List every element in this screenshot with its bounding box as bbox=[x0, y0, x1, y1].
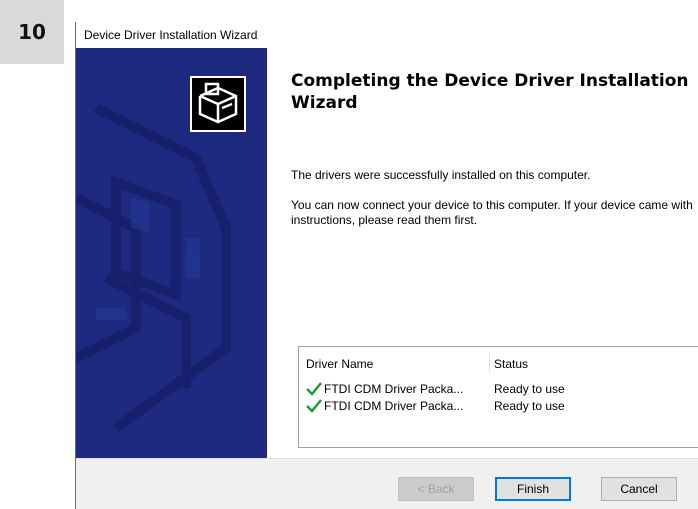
column-divider[interactable] bbox=[489, 351, 490, 373]
green-check-icon bbox=[306, 399, 322, 413]
driver-name-cell: FTDI CDM Driver Packa... bbox=[324, 399, 464, 413]
wizard-content: Completing the Device Driver Installatio… bbox=[291, 48, 698, 458]
driver-name-cell: FTDI CDM Driver Packa... bbox=[324, 382, 464, 396]
hardware-drive-icon bbox=[190, 76, 246, 132]
driver-list-table[interactable]: Driver Name Status FTDI CDM Driver Packa… bbox=[298, 346, 698, 448]
finish-button[interactable]: Finish bbox=[495, 477, 571, 501]
column-header-driver-name[interactable]: Driver Name bbox=[306, 357, 373, 371]
column-header-status[interactable]: Status bbox=[494, 357, 528, 371]
instructions-message: You can now connect your device to this … bbox=[291, 198, 693, 227]
success-message: The drivers were successfully installed … bbox=[291, 168, 591, 182]
button-bar: < Back Finish Cancel bbox=[76, 458, 698, 509]
table-row[interactable]: FTDI CDM Driver Packa... Ready to use bbox=[304, 398, 694, 416]
cancel-button[interactable]: Cancel bbox=[601, 477, 677, 501]
driver-status-cell: Ready to use bbox=[494, 382, 565, 396]
driver-status-cell: Ready to use bbox=[494, 399, 565, 413]
title-bar[interactable]: Device Driver Installation Wizard bbox=[76, 22, 698, 48]
back-button[interactable]: < Back bbox=[398, 477, 474, 501]
step-number-badge: 10 bbox=[0, 0, 64, 64]
wizard-side-banner bbox=[76, 48, 267, 458]
window-title: Device Driver Installation Wizard bbox=[84, 28, 258, 42]
page-title: Completing the Device Driver Installatio… bbox=[291, 71, 689, 113]
wizard-window: Device Driver Installation Wizard Comple… bbox=[75, 22, 698, 509]
table-row[interactable]: FTDI CDM Driver Packa... Ready to use bbox=[304, 381, 694, 399]
green-check-icon bbox=[306, 382, 322, 396]
